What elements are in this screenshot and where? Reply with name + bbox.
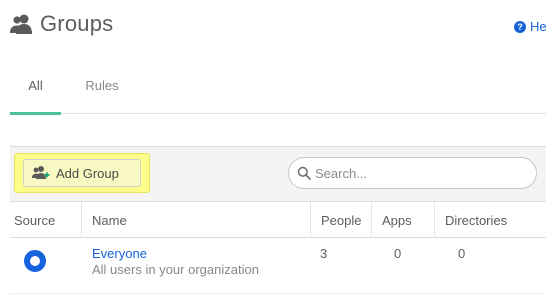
source-cell (24, 250, 46, 272)
column-header-apps[interactable]: Apps (371, 202, 434, 238)
help-link[interactable]: ? Help (514, 19, 546, 34)
tab-all[interactable]: All (10, 78, 61, 115)
groups-page: Groups ? Help All Rules A (0, 0, 546, 297)
people-count: 3 (320, 246, 328, 261)
column-header-name[interactable]: Name (81, 202, 310, 238)
add-group-label: Add Group (56, 165, 119, 181)
name-cell: Everyone All users in your organization (92, 246, 259, 278)
search-placeholder: Search... (315, 165, 368, 181)
search-icon (297, 166, 311, 180)
okta-circle-icon (24, 250, 46, 272)
help-label: Help (530, 19, 546, 34)
directories-count: 0 (458, 246, 466, 261)
groups-toolbar: Add Group Search... (10, 146, 546, 202)
table-row: Everyone All users in your organization … (10, 238, 546, 297)
tab-rules[interactable]: Rules (82, 78, 122, 114)
help-icon: ? (514, 20, 526, 33)
add-group-highlight: Add Group (14, 153, 150, 193)
page-header: Groups (10, 8, 113, 40)
add-group-button[interactable]: Add Group (23, 159, 141, 187)
group-description: All users in your organization (92, 262, 259, 277)
column-header-people[interactable]: People (310, 202, 371, 238)
search-input[interactable]: Search... (288, 157, 537, 189)
apps-count: 0 (394, 246, 402, 261)
row-divider (10, 293, 546, 294)
column-header-source[interactable]: Source (10, 202, 81, 238)
page-title: Groups (40, 11, 114, 36)
tab-bar: All Rules (10, 74, 546, 115)
column-header-directories[interactable]: Directories (434, 202, 546, 238)
group-name-link[interactable]: Everyone (92, 246, 259, 262)
add-group-icon (32, 165, 50, 181)
groups-table: Source Name People Apps Directories Ever… (10, 202, 546, 297)
table-header: Source Name People Apps Directories (10, 202, 546, 238)
groups-icon (10, 13, 32, 35)
